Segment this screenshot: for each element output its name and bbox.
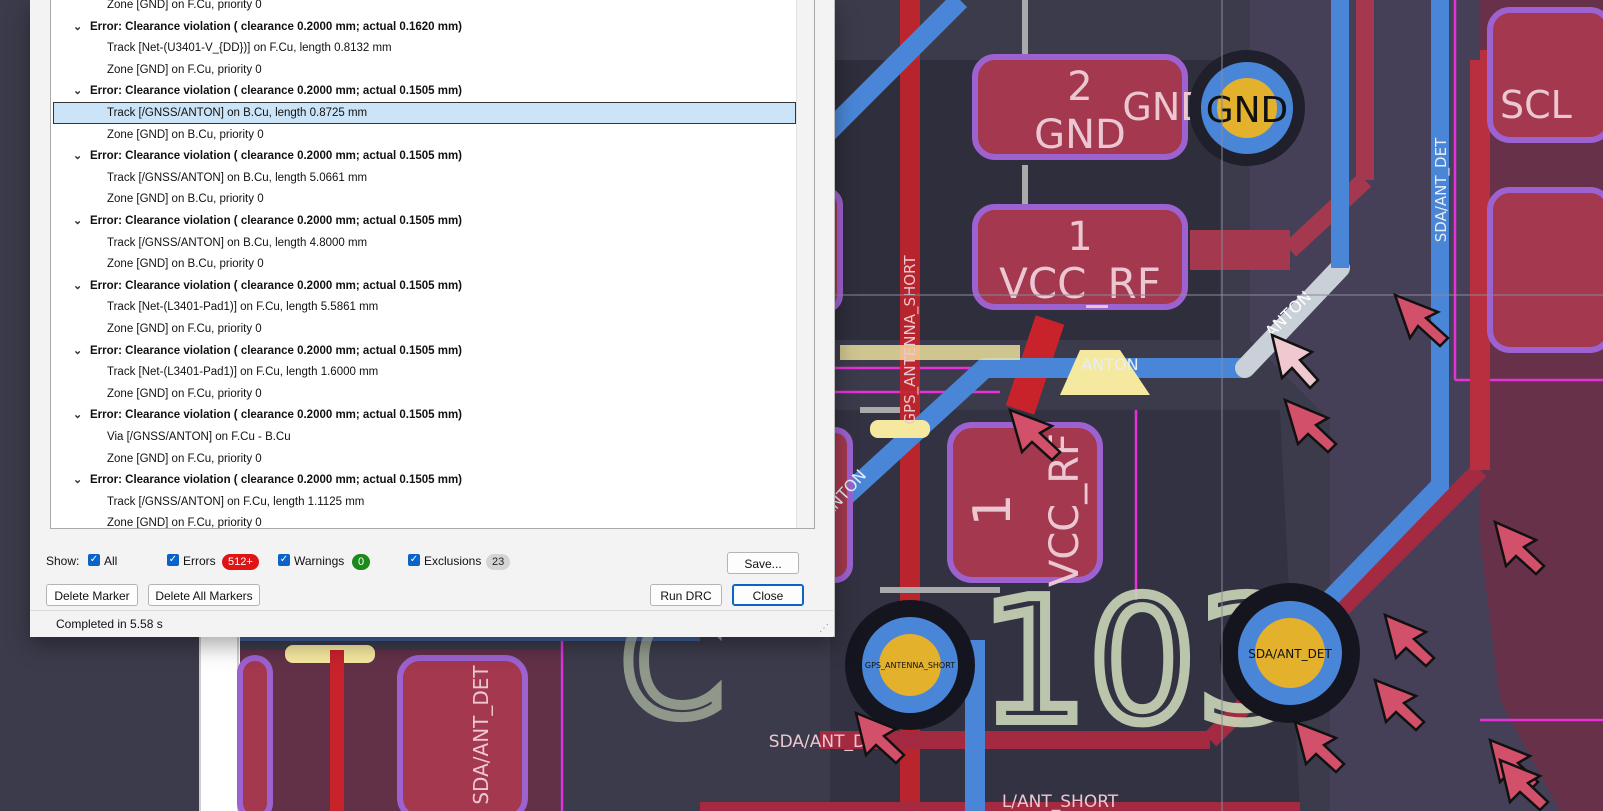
violation-item-row[interactable]: Track [/GNSS/ANTON] on B.Cu, length 0.87… xyxy=(53,102,796,124)
violation-text: Zone [GND] on F.Cu, priority 0 xyxy=(107,0,262,11)
violation-error-row[interactable]: ⌄ Error: Clearance violation ( clearance … xyxy=(51,275,796,297)
pad-2-number: 2 xyxy=(1067,64,1092,110)
pad-1-number: 1 xyxy=(1067,214,1092,260)
violation-text: Zone [GND] on B.Cu, priority 0 xyxy=(107,128,264,141)
violation-item-row[interactable]: Zone [GND] on B.Cu, priority 0 xyxy=(51,124,796,146)
violation-text: Error: Clearance violation ( clearance 0… xyxy=(90,409,463,422)
violation-text: Error: Clearance violation ( clearance 0… xyxy=(90,150,463,163)
all-label: All xyxy=(104,554,118,568)
pad-2-net: GND xyxy=(1034,112,1126,158)
chevron-down-icon[interactable]: ⌄ xyxy=(73,404,82,426)
violation-item-row[interactable]: Track [/GNSS/ANTON] on B.Cu, length 5.06… xyxy=(51,167,796,189)
pad-lower-number: 1 xyxy=(963,493,1023,526)
violation-text: Error: Clearance violation ( clearance 0… xyxy=(90,20,463,33)
violation-text: Track [/GNSS/ANTON] on B.Cu, length 4.80… xyxy=(107,236,368,249)
violation-error-row[interactable]: ⌄ Error: Clearance violation ( clearance … xyxy=(51,145,796,167)
warnings-checkbox[interactable]: ✓ xyxy=(278,554,290,566)
violation-item-row[interactable]: Track [Net-(L3401-Pad1)] on F.Cu, length… xyxy=(51,296,796,318)
violation-text: Track [Net-(L3401-Pad1)] on F.Cu, length… xyxy=(107,301,379,314)
violation-text: Zone [GND] on B.Cu, priority 0 xyxy=(107,258,264,271)
violation-item-row[interactable]: Zone [GND] on B.Cu, priority 0 xyxy=(51,188,796,210)
violation-item-row[interactable]: Zone [GND] on F.Cu, priority 0 xyxy=(51,448,796,470)
violation-text: Zone [GND] on F.Cu, priority 0 xyxy=(107,323,262,335)
track-anton-label: ANTON xyxy=(1081,355,1138,374)
chevron-down-icon[interactable]: ⌄ xyxy=(73,210,82,232)
chevron-down-icon[interactable]: ⌄ xyxy=(73,145,82,167)
violation-text: Zone [GND] on F.Cu, priority 0 xyxy=(107,387,262,400)
save-button[interactable]: Save... xyxy=(727,552,799,574)
delete-marker-button[interactable]: Delete Marker xyxy=(46,584,138,606)
chevron-down-icon[interactable]: ⌄ xyxy=(73,80,82,102)
scl-label: SCL xyxy=(1500,83,1572,127)
chevron-down-icon[interactable]: ⌄ xyxy=(73,16,82,38)
violation-item-row[interactable]: Zone [GND] on F.Cu, priority 0 xyxy=(51,59,796,81)
violation-item-row[interactable]: Via [/GNSS/ANTON] on F.Cu - B.Cu xyxy=(51,426,796,448)
chevron-down-icon[interactable]: ⌄ xyxy=(73,469,82,491)
exclusions-count-badge: 23 xyxy=(486,554,511,570)
via-gnd-label: GND xyxy=(1206,90,1289,131)
violation-item-row[interactable]: Track [Net-(U3401-V_{DD})] on F.Cu, leng… xyxy=(51,37,796,59)
status-text: Completed in 5.58 s xyxy=(56,617,163,631)
show-label: Show: xyxy=(46,554,80,568)
violation-text: Zone [GND] on F.Cu, priority 0 xyxy=(107,517,262,529)
violation-text: Zone [GND] on F.Cu, priority 0 xyxy=(107,63,262,76)
violation-error-row[interactable]: ⌄ Error: Clearance violation ( clearance … xyxy=(51,404,796,426)
errors-count-badge: 512+ xyxy=(222,554,259,570)
all-checkbox[interactable]: ✓ xyxy=(88,554,100,566)
drc-dialog: Zone [GND] on F.Cu, priority 0 ⌄ Error: Cl… xyxy=(30,0,835,637)
violation-text: Zone [GND] on B.Cu, priority 0 xyxy=(107,193,264,206)
track-gps-short-label: GPS_ANTENNA_SHORT xyxy=(901,255,920,425)
violation-error-row[interactable]: ⌄ Error: Clearance violation ( clearance … xyxy=(51,469,796,491)
violation-text: Via [/GNSS/ANTON] on F.Cu - B.Cu xyxy=(107,431,291,443)
violation-list[interactable]: Zone [GND] on F.Cu, priority 0 ⌄ Error: Cl… xyxy=(50,0,815,529)
pad-left-net: SDA/ANT_DET xyxy=(469,665,493,805)
track-ant-short-bottom-label: L/ANT_SHORT xyxy=(1002,792,1119,811)
violation-text: Track [/GNSS/ANTON] on B.Cu, length 0.87… xyxy=(107,107,368,119)
resize-grip-icon[interactable]: ⋰ xyxy=(819,623,829,634)
chevron-down-icon[interactable]: ⌄ xyxy=(73,275,82,297)
pad-1-net: VCC_RF xyxy=(999,259,1161,308)
violation-text: Error: Clearance violation ( clearance 0… xyxy=(90,474,463,487)
violation-item-row[interactable]: Zone [GND] on F.Cu, priority 0 xyxy=(51,0,796,16)
violation-error-row[interactable]: ⌄ Error: Clearance violation ( clearance … xyxy=(51,16,796,38)
violation-text: Track [/GNSS/ANTON] on F.Cu, length 1.11… xyxy=(107,495,365,508)
close-button[interactable]: Close xyxy=(732,584,804,606)
via-gps-antenna-short[interactable]: GPS_ANTENNA_SHORT xyxy=(845,600,975,730)
violation-error-row[interactable]: ⌄ Error: Clearance violation ( clearance … xyxy=(51,340,796,362)
violation-item-row[interactable]: Zone [GND] on F.Cu, priority 0 xyxy=(51,383,796,405)
via-sda-ant-det[interactable]: SDA/ANT_DET xyxy=(1220,583,1360,723)
via-gps-label: GPS_ANTENNA_SHORT xyxy=(865,661,955,670)
errors-checkbox[interactable]: ✓ xyxy=(167,554,179,566)
violation-text: Track [Net-(U3401-V_{DD})] on F.Cu, leng… xyxy=(107,42,392,55)
delete-all-markers-button[interactable]: Delete All Markers xyxy=(148,584,260,606)
violation-text: Error: Clearance violation ( clearance 0… xyxy=(90,344,463,357)
violation-text: Track [Net-(L3401-Pad1)] on F.Cu, length… xyxy=(107,366,379,379)
via-sda-label: SDA/ANT_DET xyxy=(1248,647,1332,661)
track-sda-right-label: SDA/ANT_DET xyxy=(1432,137,1451,242)
violation-item-row[interactable]: Zone [GND] on B.Cu, priority 0 xyxy=(51,253,796,275)
list-scrollbar[interactable] xyxy=(796,0,814,528)
violation-text: Error: Clearance violation ( clearance 0… xyxy=(90,85,463,98)
errors-label: Errors xyxy=(183,554,216,568)
status-bar: Completed in 5.58 s ⋰ xyxy=(30,610,833,637)
severity-filter-bar: Show: ✓ All ✓ Errors 512+ ✓ Warnings 0 ✓… xyxy=(46,551,826,573)
violation-text: Error: Clearance violation ( clearance 0… xyxy=(90,215,463,227)
warnings-label: Warnings xyxy=(294,554,345,568)
violation-item-row[interactable]: Zone [GND] on F.Cu, priority 0 xyxy=(51,512,796,529)
via-gnd[interactable]: GND xyxy=(1189,50,1305,166)
violation-error-row[interactable]: ⌄ Error: Clearance violation ( clearance … xyxy=(51,210,796,232)
violation-text: Error: Clearance violation ( clearance 0… xyxy=(90,279,463,292)
violation-error-row[interactable]: ⌄ Error: Clearance violation ( clearance … xyxy=(51,80,796,102)
violation-text: Track [/GNSS/ANTON] on B.Cu, length 5.06… xyxy=(107,171,368,184)
exclusions-label: Exclusions xyxy=(424,554,482,568)
warnings-count-badge: 0 xyxy=(352,554,371,570)
violation-text: Zone [GND] on F.Cu, priority 0 xyxy=(107,452,262,465)
exclusions-checkbox[interactable]: ✓ xyxy=(408,554,420,566)
violation-item-row[interactable]: Track [Net-(L3401-Pad1)] on F.Cu, length… xyxy=(51,361,796,383)
violation-item-row[interactable]: Track [/GNSS/ANTON] on F.Cu, length 1.11… xyxy=(51,491,796,513)
violation-item-row[interactable]: Zone [GND] on F.Cu, priority 0 xyxy=(51,318,796,340)
run-drc-button[interactable]: Run DRC xyxy=(650,584,722,606)
chevron-down-icon[interactable]: ⌄ xyxy=(73,340,82,362)
violation-item-row[interactable]: Track [/GNSS/ANTON] on B.Cu, length 4.80… xyxy=(51,232,796,254)
